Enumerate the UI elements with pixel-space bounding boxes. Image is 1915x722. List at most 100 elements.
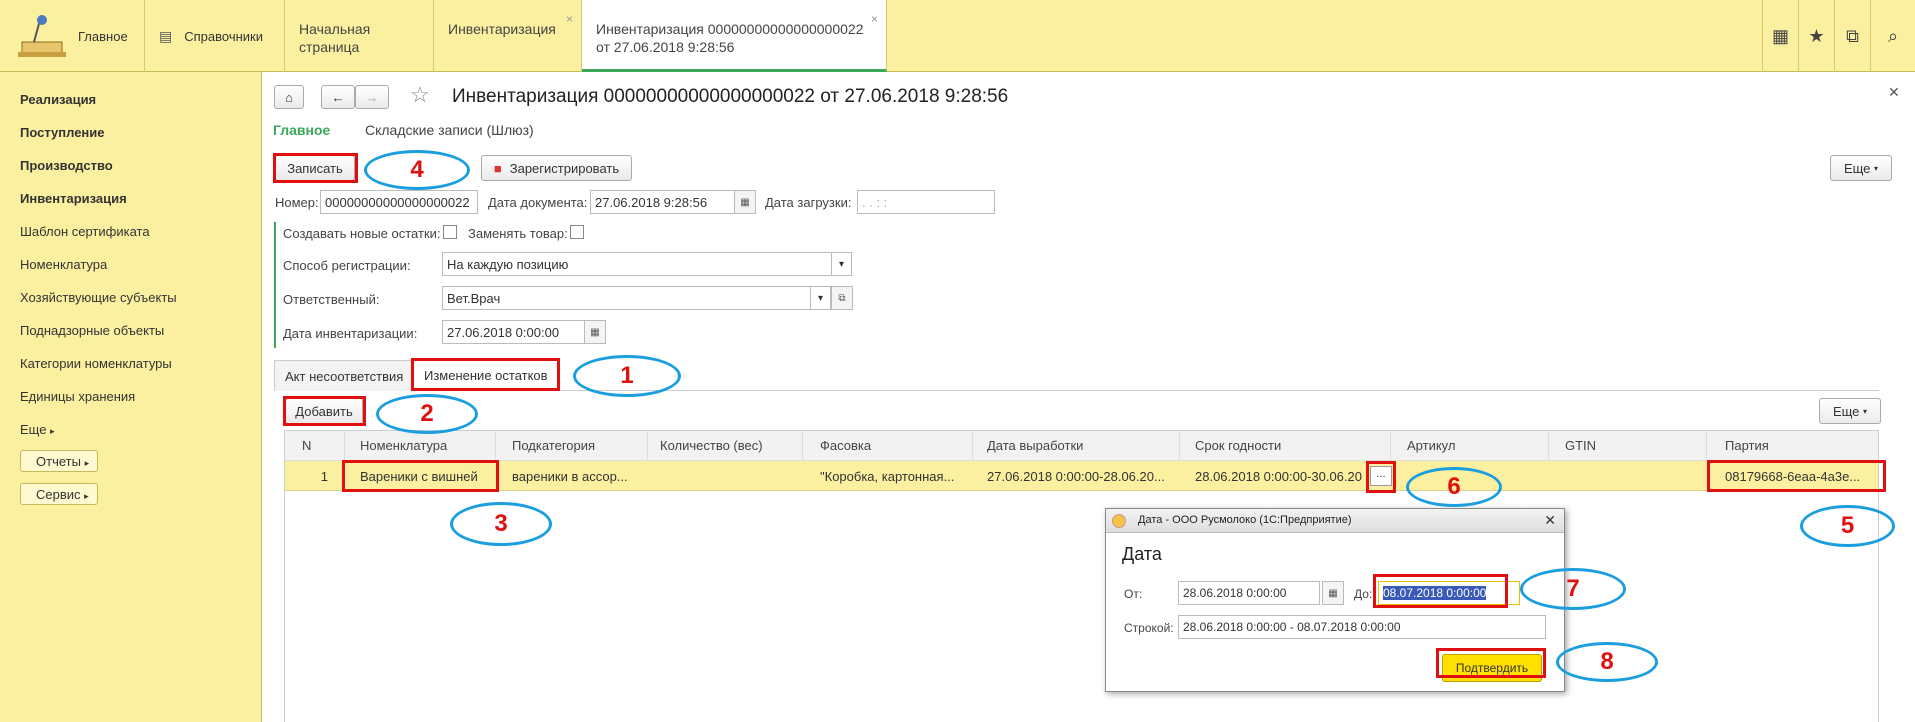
dialog-window-title: Дата - ООО Русмолоко (1С:Предприятие) xyxy=(1138,514,1352,526)
star-icon[interactable]: ★ xyxy=(1798,0,1834,72)
close-icon[interactable]: × xyxy=(871,10,878,28)
tab-start-page[interactable]: Начальная страница xyxy=(285,0,434,72)
inv-date-field[interactable]: 27.06.2018 0:00:00 xyxy=(442,320,587,344)
highlight-save xyxy=(273,153,358,183)
cell-quantity[interactable] xyxy=(648,462,803,490)
replace-label: Заменять товар: xyxy=(468,226,568,241)
sidebar-item-entities[interactable]: Хозяйствующие субъекты xyxy=(20,290,177,305)
history-icon[interactable]: ⧉ xyxy=(1834,0,1870,72)
service-button[interactable]: Сервис ▸ xyxy=(20,483,98,505)
cell-gtin[interactable] xyxy=(1553,462,1707,490)
home-section[interactable]: Главное xyxy=(0,0,145,72)
sidebar-item-cert-template[interactable]: Шаблон сертификата xyxy=(20,224,150,239)
reports-button[interactable]: Отчеты ▸ xyxy=(20,450,98,472)
page-title: Инвентаризация 00000000000000000022 от 2… xyxy=(452,86,1009,107)
cell-subcategory[interactable]: вареники в ассор... xyxy=(500,462,648,490)
highlight-nomenclature xyxy=(342,460,499,492)
col-expiry[interactable]: Срок годности xyxy=(1183,432,1391,460)
annotation-8: 8 xyxy=(1556,642,1658,682)
calendar-icon[interactable]: ▦ xyxy=(584,320,606,344)
cell-n: 1 xyxy=(320,469,328,484)
sidebar-item-objects[interactable]: Поднадзорные объекты xyxy=(20,323,164,338)
annotation-6: 6 xyxy=(1406,467,1502,507)
more-label: Еще xyxy=(20,422,47,437)
col-packaging[interactable]: Фасовка xyxy=(808,432,973,460)
tab-label: Начальная страница xyxy=(299,21,371,55)
close-icon[interactable]: × xyxy=(566,10,573,28)
table-more-button[interactable]: Еще ▾ xyxy=(1819,398,1881,424)
doc-date-field[interactable]: 27.06.2018 9:28:56 xyxy=(590,190,735,214)
chevron-down-icon[interactable]: ▾ xyxy=(810,286,830,310)
sidebar-item-more[interactable]: Еще ▸ xyxy=(20,422,55,437)
cell-packaging[interactable]: "Коробка, картонная... xyxy=(808,462,973,490)
col-batch[interactable]: Партия xyxy=(1713,432,1873,460)
method-select[interactable]: На каждую позицию xyxy=(442,252,852,276)
cell-expiry[interactable]: 28.06.2018 0:00:00-30.06.20 xyxy=(1183,462,1367,490)
sidebar-item-categories[interactable]: Категории номенклатуры xyxy=(20,356,172,371)
highlight-add xyxy=(283,396,366,426)
subnav-link[interactable]: Складские записи (Шлюз) xyxy=(365,122,534,138)
sidebar-item-receipt[interactable]: Поступление xyxy=(20,125,105,140)
create-checkbox[interactable] xyxy=(443,225,457,239)
inv-date-label: Дата инвентаризации: xyxy=(283,326,418,341)
more-button[interactable]: Еще ▾ xyxy=(1830,155,1892,181)
highlight-confirm xyxy=(1436,648,1546,678)
forward-button[interactable]: → xyxy=(355,85,389,109)
sidebar-item-production[interactable]: Производство xyxy=(20,158,113,173)
highlight-to-field xyxy=(1373,574,1508,608)
apps-grid-icon[interactable]: ▦ xyxy=(1762,0,1798,72)
back-button[interactable]: ← xyxy=(321,85,355,109)
sidebar-item-sales[interactable]: Реализация xyxy=(20,92,96,107)
more-label: Еще xyxy=(1832,403,1860,419)
tab-inventory-doc[interactable]: Инвентаризация 00000000000000000022 от 2… xyxy=(582,0,887,72)
close-icon[interactable]: ✕ xyxy=(1544,512,1556,529)
tab-label: Акт несоответствия xyxy=(285,369,404,384)
col-production-date[interactable]: Дата выработки xyxy=(975,432,1180,460)
chevron-right-icon: ▸ xyxy=(84,491,89,501)
annotation-1: 1 xyxy=(573,355,681,397)
home-label: Главное xyxy=(78,28,128,44)
col-gtin[interactable]: GTIN xyxy=(1553,432,1707,460)
highlight-tab-change xyxy=(411,358,560,391)
subnav-main[interactable]: Главное xyxy=(273,122,330,138)
register-icon: ■ xyxy=(493,160,502,176)
register-button[interactable]: ■ Зарегистрировать xyxy=(481,155,632,181)
home-button[interactable]: ⌂ xyxy=(274,85,304,109)
col-n[interactable]: N xyxy=(290,432,345,460)
refs-label: Справочники xyxy=(184,28,263,44)
tab-act[interactable]: Акт несоответствия xyxy=(274,360,412,391)
close-form-icon[interactable]: ✕ xyxy=(1888,84,1900,101)
col-subcategory[interactable]: Подкатегория xyxy=(500,432,648,460)
tab-inventory[interactable]: Инвентаризация × xyxy=(434,0,582,72)
sidebar-item-nomenclature[interactable]: Номенклатура xyxy=(20,257,107,272)
service-label: Сервис xyxy=(36,487,81,502)
cell-production-date[interactable]: 27.06.2018 0:00:00-28.06.20... xyxy=(975,462,1180,490)
col-article[interactable]: Артикул xyxy=(1395,432,1549,460)
from-label: От: xyxy=(1124,587,1143,601)
search-icon[interactable]: ⌕ xyxy=(1870,0,1915,72)
load-date-field[interactable]: . . : : xyxy=(857,190,995,214)
number-field[interactable]: 00000000000000000022 xyxy=(320,190,478,214)
resp-label: Ответственный: xyxy=(283,292,380,307)
sidebar-item-units[interactable]: Единицы хранения xyxy=(20,389,135,404)
chevron-down-icon: ▾ xyxy=(1863,406,1868,416)
register-label: Зарегистрировать xyxy=(509,160,620,176)
from-field[interactable]: 28.06.2018 0:00:00 xyxy=(1178,581,1320,605)
calendar-icon[interactable]: ▦ xyxy=(1322,581,1344,605)
replace-checkbox[interactable] xyxy=(570,225,584,239)
resp-select[interactable]: Вет.Врач xyxy=(442,286,831,310)
open-icon[interactable]: ⧉ xyxy=(831,286,853,310)
tab-label: Инвентаризация 00000000000000000022 от 2… xyxy=(596,21,864,55)
sidebar-item-inventory[interactable]: Инвентаризация xyxy=(20,191,127,206)
create-label: Создавать новые остатки: xyxy=(283,226,441,241)
refs-section[interactable]: ▤ Справочники xyxy=(145,0,285,72)
number-label: Номер: xyxy=(275,195,319,210)
chevron-down-icon[interactable]: ▾ xyxy=(831,252,851,276)
star-icon[interactable]: ☆ xyxy=(410,82,430,108)
calendar-icon[interactable]: ▦ xyxy=(734,190,756,214)
annotation-2: 2 xyxy=(376,394,478,434)
string-label: Строкой: xyxy=(1124,621,1174,635)
col-quantity[interactable]: Количество (вес) xyxy=(648,432,803,460)
col-nomenclature[interactable]: Номенклатура xyxy=(348,432,496,460)
string-field[interactable]: 28.06.2018 0:00:00 - 08.07.2018 0:00:00 xyxy=(1178,615,1546,639)
